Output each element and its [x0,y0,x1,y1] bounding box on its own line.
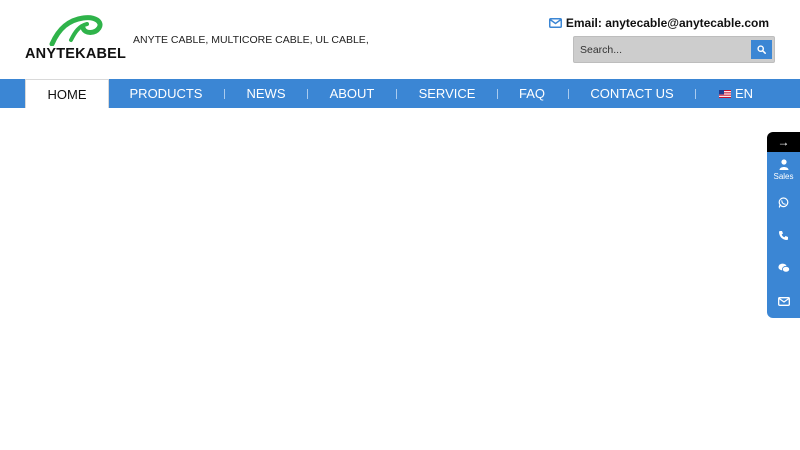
sales-label: Sales [773,172,794,181]
search-box [573,36,775,63]
nav-item-about[interactable]: ABOUT [320,79,384,108]
nav-separator [568,89,569,99]
site-tagline: ANYTE CABLE, MULTICORE CABLE, UL CABLE, [133,34,369,46]
nav-item-products[interactable]: PRODUCTS [120,79,212,108]
float-email-button[interactable] [767,287,800,315]
logo-swoosh-icon [49,15,103,46]
header-email[interactable]: Email: anytecable@anytecable.com [548,16,769,30]
float-collapse-button[interactable]: → [767,132,800,152]
site-logo[interactable]: ANYTEKABEL [25,14,127,62]
nav-item-news[interactable]: NEWS [236,79,296,108]
nav-separator [224,89,225,99]
site-header: ANYTEKABEL ANYTE CABLE, MULTICORE CABLE,… [0,0,800,70]
nav-item-service[interactable]: SERVICE [408,79,486,108]
nav-item-language[interactable]: EN [708,79,764,108]
logo-text: ANYTEKABEL [25,46,127,62]
phone-icon [779,230,788,240]
float-phone-button[interactable] [767,221,800,249]
whatsapp-icon [778,196,789,208]
nav-separator [307,89,308,99]
nav-separator [695,89,696,99]
us-flag-icon [718,89,731,98]
page: ANYTEKABEL ANYTE CABLE, MULTICORE CABLE,… [0,0,800,450]
float-sales-button[interactable]: Sales [767,154,800,186]
search-input[interactable] [574,37,750,62]
arrow-right-icon: → [777,135,790,149]
search-button[interactable] [751,40,772,59]
nav-item-home[interactable]: HOME [25,79,109,108]
language-label: EN [734,86,754,101]
email-text: Email: anytecable@anytecable.com [565,16,769,30]
wechat-icon [777,263,790,273]
float-contact-bar: Sales [767,152,800,318]
user-icon [779,159,788,170]
nav-item-contact-us[interactable]: CONTACT US [580,79,684,108]
nav-separator [396,89,397,99]
float-wechat-button[interactable] [767,254,800,282]
nav-separator [497,89,498,99]
nav-item-faq[interactable]: FAQ [508,79,556,108]
main-nav: HOME PRODUCTS NEWS ABOUT SERVICE FAQ CON… [0,79,800,108]
envelope-icon [548,18,562,28]
float-whatsapp-button[interactable] [767,188,800,216]
search-icon [757,45,766,54]
envelope-icon [777,296,790,306]
